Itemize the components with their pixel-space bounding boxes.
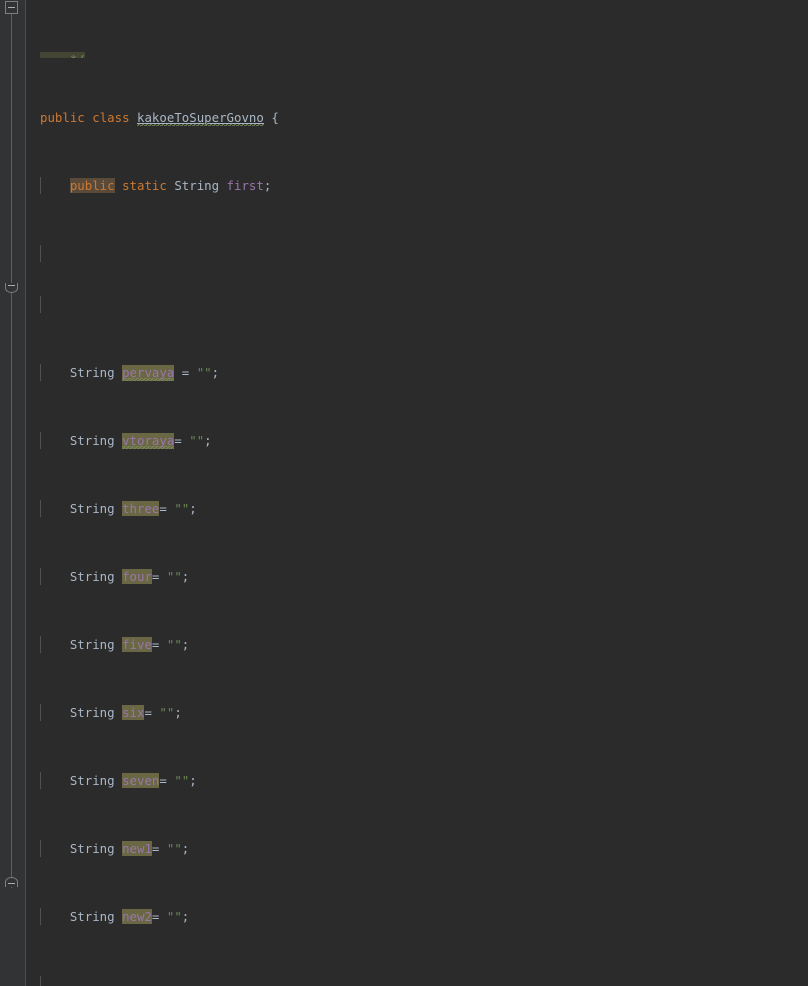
operator-assign: = [159,501,167,516]
code-editor[interactable]: */ public class kakoeToSuperGovno { publ… [0,0,808,986]
indent-guide [40,568,41,585]
semicolon: ; [174,705,182,720]
string-empty: "" [174,501,190,516]
code-content[interactable]: */ public class kakoeToSuperGovno { publ… [27,0,808,986]
semicolon: ; [181,637,190,652]
operator-assign: = [159,773,167,788]
code-line-declaration[interactable]: String pervaya = ""; [27,364,808,381]
type-String: String [69,705,115,720]
fold-minus-icon [8,883,15,884]
code-line-declaration[interactable]: String five= ""; [27,636,808,653]
indent-guide [40,976,41,986]
string-empty: "" [166,569,182,584]
keyword-public-highlighted: public [69,178,115,193]
fold-rail [11,8,12,888]
indent-guide [40,840,41,857]
semicolon: ; [181,841,190,856]
string-empty: "" [174,773,190,788]
indent-guide [40,177,41,194]
code-line-blank[interactable] [27,245,808,262]
operator-assign: = [151,841,160,856]
code-line-blank[interactable] [27,296,808,313]
field-pervaya: pervaya [122,365,175,381]
semicolon: ; [263,178,272,193]
fold-marker-collapsed-top[interactable] [5,1,18,14]
string-empty: "" [166,841,182,856]
operator-assign: = [151,637,160,652]
string-empty: "" [196,365,212,380]
operator-assign: = [144,705,152,720]
string-empty: "" [166,909,182,924]
field-vtoraya: vtoraya [122,433,175,449]
semicolon: ; [189,501,197,516]
code-line-declaration[interactable]: String seven= ""; [27,772,808,789]
semicolon: ; [211,365,220,380]
code-line[interactable]: */ [27,51,808,58]
indent-guide [40,772,41,789]
field-new1: new1 [122,841,152,856]
keyword-public: public [40,110,85,125]
semicolon: ; [181,909,190,924]
fold-minus-icon [8,7,15,8]
indent-guide [40,432,41,449]
semicolon: ; [204,433,212,448]
fold-marker-method-end[interactable] [5,877,18,887]
type-String: String [69,433,115,448]
operator-assign: = [181,365,190,380]
indent-guide [40,245,41,262]
field-six: six [122,705,145,720]
indent-guide [40,704,41,721]
code-line-declaration[interactable]: String six= ""; [27,704,808,721]
comment-tail-clipped: */ [40,52,85,58]
code-line-declaration[interactable]: String four= ""; [27,568,808,585]
field-new2: new2 [122,909,152,924]
indent-guide [40,296,41,313]
code-line-declaration[interactable]: String three= ""; [27,500,808,517]
field-seven: seven [122,773,160,788]
indent-guide [40,636,41,653]
type-String: String [69,501,115,516]
indent-guide [40,364,41,381]
code-line-field-declaration[interactable]: public static String first; [27,177,808,194]
semicolon: ; [189,773,197,788]
fold-minus-icon [8,285,15,286]
type-String: String [69,365,115,380]
operator-assign: = [174,433,182,448]
operator-assign: = [151,569,160,584]
indent-guide [40,500,41,517]
editor-gutter[interactable] [0,0,26,986]
code-line-class-declaration[interactable]: public class kakoeToSuperGovno { [27,109,808,126]
code-line-declaration[interactable]: String vtoraya= ""; [27,432,808,449]
field-four: four [122,569,152,584]
field-first: first [226,178,264,193]
keyword-static: static [122,178,167,193]
string-empty: "" [189,433,205,448]
keyword-class: class [92,110,130,125]
type-String: String [69,569,115,584]
class-name: kakoeToSuperGovno [137,110,264,126]
code-line-declaration[interactable]: String new1= ""; [27,840,808,857]
fold-marker-method-start[interactable] [5,283,18,293]
type-String: String [69,773,115,788]
operator-assign: = [151,909,160,924]
semicolon: ; [181,569,190,584]
code-line-declaration[interactable]: String new2= ""; [27,908,808,925]
type-String: String [69,637,115,652]
code-line-blank[interactable] [27,976,808,986]
indent-guide [40,908,41,925]
field-five: five [122,637,152,652]
type-String: String [69,841,115,856]
type-String: String [69,909,115,924]
field-three: three [122,501,160,516]
string-empty: "" [159,705,175,720]
brace: { [271,110,279,125]
string-empty: "" [166,637,182,652]
type-String: String [174,178,220,193]
